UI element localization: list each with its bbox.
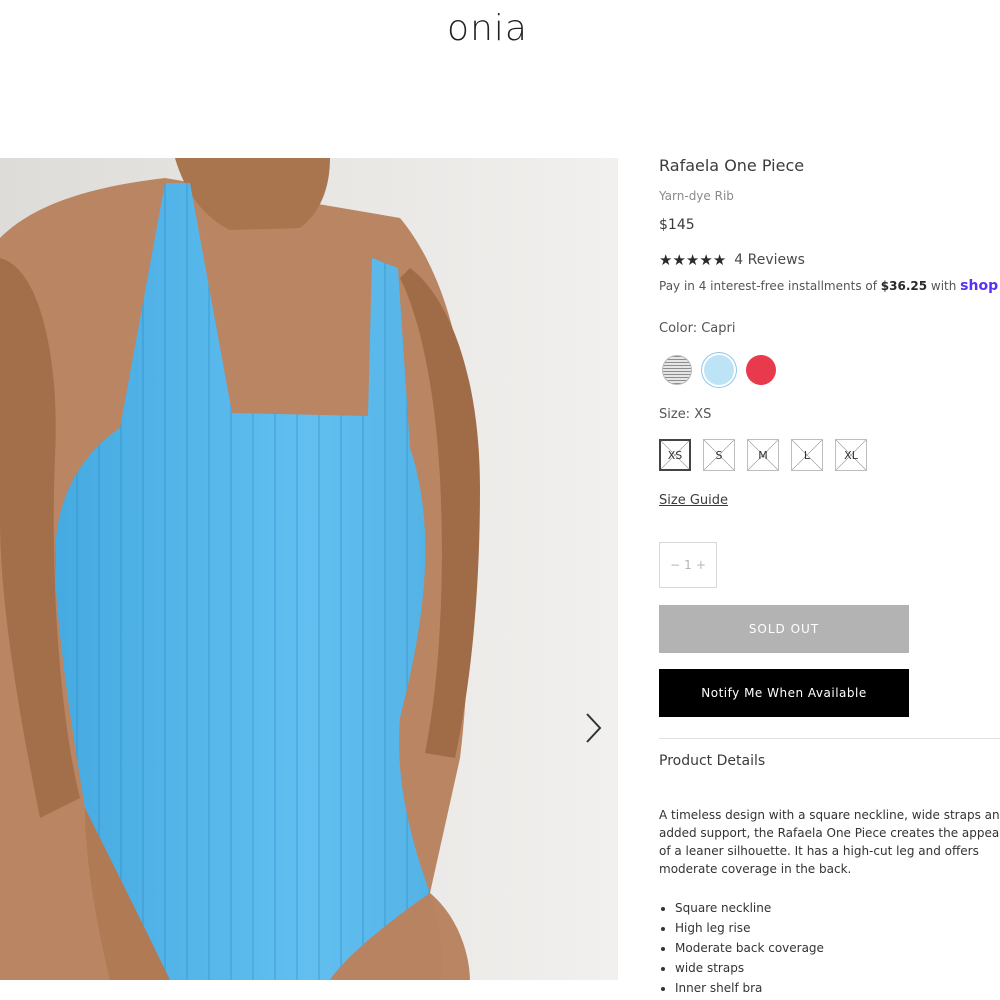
product-title: Rafaela One Piece bbox=[659, 156, 805, 175]
product-details-heading[interactable]: Product Details bbox=[659, 753, 765, 769]
size-option-s[interactable]: S bbox=[703, 439, 735, 471]
feature-item: High leg rise bbox=[675, 918, 824, 938]
product-photo bbox=[0, 158, 618, 980]
product-price: $145 bbox=[659, 217, 695, 233]
installments-note: Pay in 4 interest-free installments of $… bbox=[659, 278, 998, 294]
size-option-xs[interactable]: XS bbox=[659, 439, 691, 471]
star-icon: ★ bbox=[672, 251, 686, 269]
quantity-value[interactable]: 1 bbox=[684, 558, 692, 572]
review-count[interactable]: 4 Reviews bbox=[734, 252, 805, 268]
size-option-xl[interactable]: XL bbox=[835, 439, 867, 471]
shop-pay-logo[interactable]: shop bbox=[960, 278, 998, 294]
feature-list: Square neckline High leg rise Moderate b… bbox=[659, 898, 824, 998]
color-swatch-stripe[interactable] bbox=[662, 355, 692, 385]
installments-prefix: Pay in 4 interest-free installments of bbox=[659, 279, 881, 293]
size-options: XS S M L XL bbox=[659, 439, 867, 471]
next-image-button[interactable] bbox=[580, 710, 606, 746]
chevron-right-icon bbox=[586, 713, 602, 743]
notify-me-button[interactable]: Notify Me When Available bbox=[659, 669, 909, 717]
star-icon: ★ bbox=[699, 251, 713, 269]
reviews-summary[interactable]: ★ ★ ★ ★ ★ 4 Reviews bbox=[659, 251, 805, 269]
sold-out-button[interactable]: SOLD OUT bbox=[659, 605, 909, 653]
installments-suffix: with bbox=[927, 279, 961, 293]
product-info: Rafaela One Piece Yarn-dye Rib $145 ★ ★ … bbox=[659, 0, 1000, 1000]
feature-item: Moderate back coverage bbox=[675, 938, 824, 958]
color-swatch-red[interactable] bbox=[746, 355, 776, 385]
feature-item: Square neckline bbox=[675, 898, 824, 918]
feature-item: wide straps bbox=[675, 958, 824, 978]
color-swatch-capri[interactable] bbox=[704, 355, 734, 385]
quantity-stepper: − 1 + bbox=[659, 542, 717, 588]
star-icon: ★ bbox=[659, 251, 673, 269]
color-swatches bbox=[662, 355, 776, 385]
size-option-m[interactable]: M bbox=[747, 439, 779, 471]
size-label: Size: XS bbox=[659, 407, 712, 422]
quantity-increase-button[interactable]: + bbox=[696, 558, 706, 572]
quantity-decrease-button[interactable]: − bbox=[670, 558, 680, 572]
installment-amount: $36.25 bbox=[880, 279, 928, 293]
feature-item: Inner shelf bra bbox=[675, 978, 824, 998]
product-description: A timeless design with a square neckline… bbox=[659, 808, 1000, 876]
product-image bbox=[0, 158, 618, 980]
color-label: Color: Capri bbox=[659, 321, 736, 336]
size-guide-link[interactable]: Size Guide bbox=[659, 493, 728, 508]
product-subtitle: Yarn-dye Rib bbox=[659, 189, 734, 203]
size-option-l[interactable]: L bbox=[791, 439, 823, 471]
divider bbox=[659, 738, 1000, 739]
star-icon: ★ bbox=[685, 251, 700, 269]
rating-stars: ★ ★ ★ ★ ★ bbox=[659, 251, 726, 269]
star-icon: ★ bbox=[712, 251, 727, 269]
